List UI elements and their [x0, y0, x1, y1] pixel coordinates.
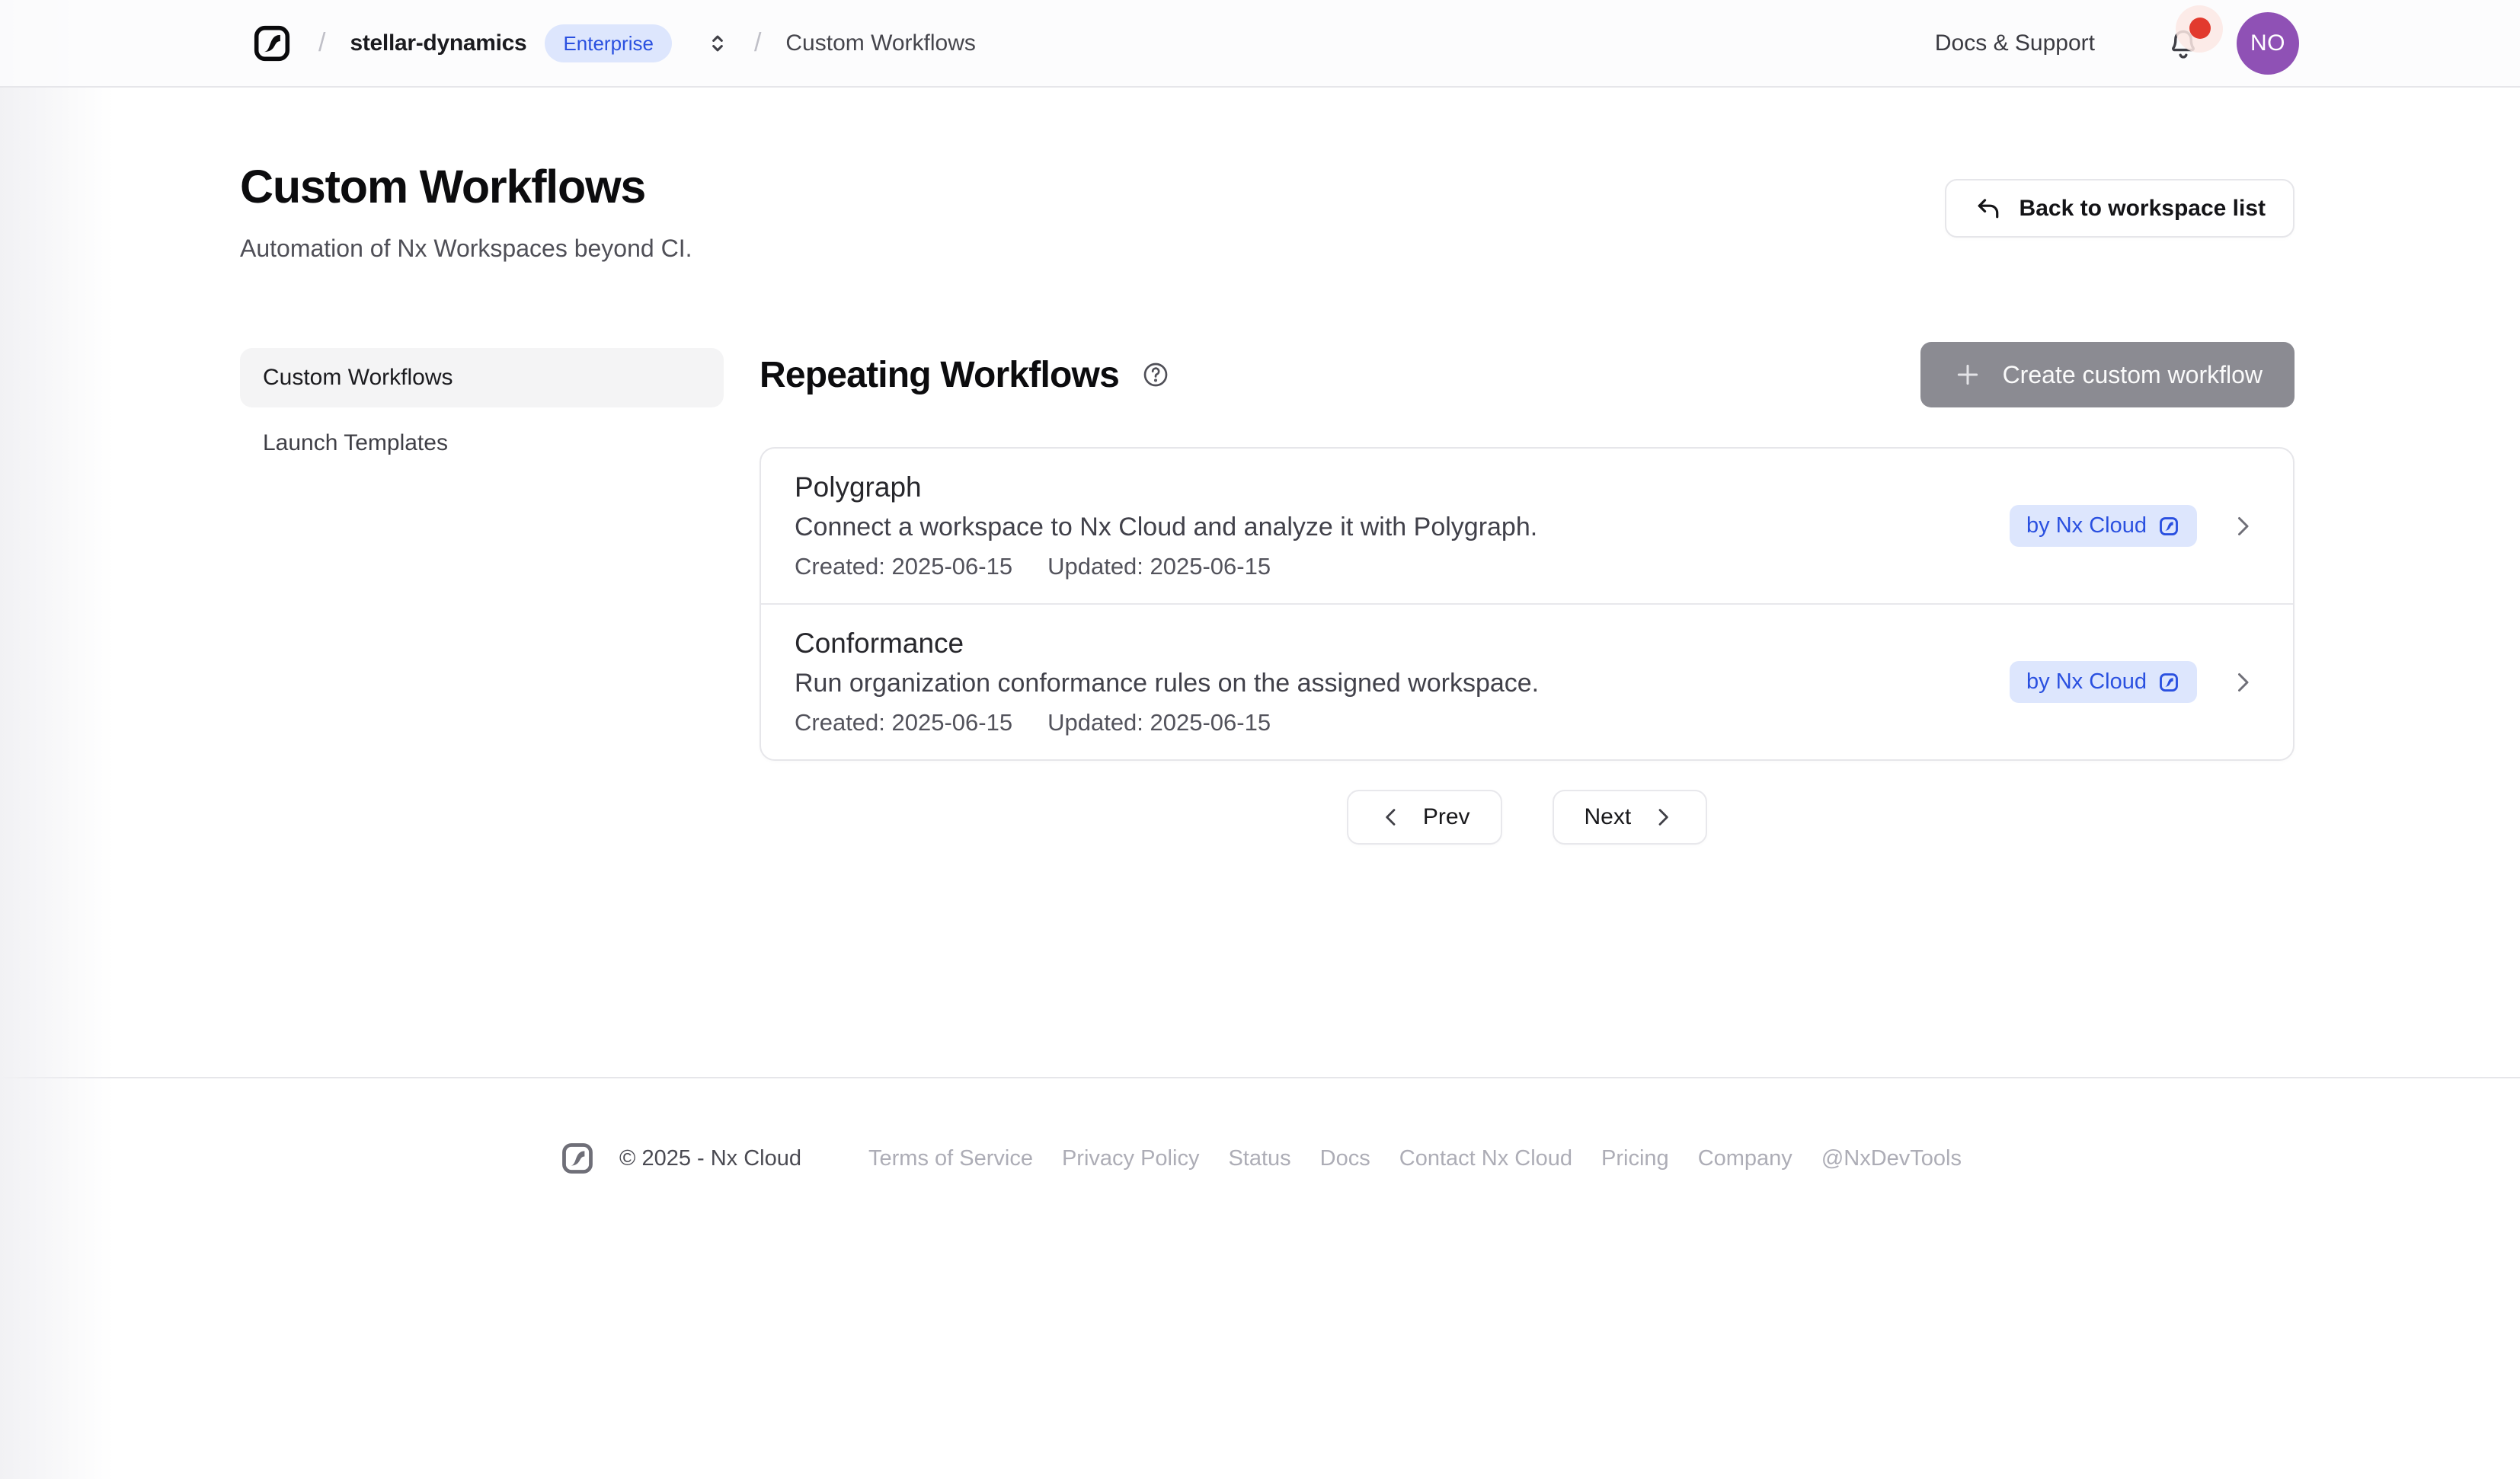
chevron-right-icon [1651, 805, 1675, 829]
sidebar: Custom Workflows Launch Templates [240, 342, 724, 479]
workflow-meta: Created: 2025-06-15 Updated: 2025-06-15 [795, 553, 2010, 580]
page-header: Custom Workflows Automation of Nx Worksp… [240, 160, 2295, 263]
workflow-name: Polygraph [795, 471, 2010, 503]
footer-link[interactable]: Company [1698, 1146, 1792, 1171]
sidebar-item-label: Custom Workflows [263, 365, 453, 391]
nx-cloud-logo-icon [2157, 671, 2180, 694]
notifications-button[interactable] [2165, 25, 2202, 62]
footer-link[interactable]: Contact Nx Cloud [1399, 1146, 1572, 1171]
workflow-description: Run organization conformance rules on th… [795, 669, 2010, 698]
prev-label: Prev [1423, 804, 1470, 830]
copyright: © 2025 - Nx Cloud [619, 1146, 801, 1171]
sidebar-item[interactable]: Launch Templates [240, 414, 724, 473]
docs-support-link[interactable]: Docs & Support [1935, 30, 2095, 56]
help-icon[interactable] [1140, 359, 1171, 390]
prev-button[interactable]: Prev [1347, 790, 1502, 845]
content: Custom Workflows Launch Templates Repeat… [240, 342, 2295, 845]
workflow-row[interactable]: Polygraph Connect a workspace to Nx Clou… [761, 449, 2293, 603]
sidebar-item-label: Launch Templates [263, 430, 448, 456]
badge-label: by Nx Cloud [2026, 513, 2147, 538]
workflows-section: Repeating Workflows Create custom workfl… [760, 342, 2295, 845]
workflow-info: Conformance Run organization conformance… [795, 628, 2010, 736]
workflow-meta: Created: 2025-06-15 Updated: 2025-06-15 [795, 709, 2010, 736]
workflow-updated: Updated: 2025-06-15 [1047, 709, 1271, 736]
footer-link[interactable]: Status [1228, 1146, 1290, 1171]
top-nav: / stellar-dynamics Enterprise / Custom W… [0, 0, 2520, 88]
breadcrumb-separator: / [318, 28, 325, 58]
section-title: Repeating Workflows [760, 354, 1119, 396]
footer-link[interactable]: Docs [1320, 1146, 1370, 1171]
chevron-right-icon[interactable] [2229, 513, 2256, 540]
back-button-label: Back to workspace list [2020, 196, 2266, 222]
breadcrumb: / stellar-dynamics Enterprise / Custom W… [250, 21, 976, 65]
workflow-created: Created: 2025-06-15 [795, 709, 1012, 736]
workflows-panel: Polygraph Connect a workspace to Nx Clou… [760, 447, 2295, 761]
by-nx-cloud-badge[interactable]: by Nx Cloud [2010, 661, 2197, 703]
workspace-switcher-icon[interactable] [705, 31, 730, 56]
main-container: Custom Workflows Automation of Nx Worksp… [0, 160, 2520, 845]
by-nx-cloud-badge[interactable]: by Nx Cloud [2010, 505, 2197, 547]
back-to-workspace-list-button[interactable]: Back to workspace list [1945, 179, 2295, 238]
workflow-description: Connect a workspace to Nx Cloud and anal… [795, 513, 2010, 542]
footer-link[interactable]: Terms of Service [868, 1146, 1033, 1171]
chevron-left-icon [1379, 805, 1403, 829]
badge-label: by Nx Cloud [2026, 669, 2147, 695]
next-label: Next [1585, 804, 1632, 830]
breadcrumb-workspace[interactable]: stellar-dynamics [350, 30, 526, 56]
plus-icon [1952, 359, 1983, 390]
breadcrumb-separator: / [754, 28, 761, 58]
nav-actions: Docs & Support NO [1935, 12, 2299, 75]
footer-link[interactable]: @NxDevTools [1821, 1146, 1962, 1171]
section-header: Repeating Workflows Create custom workfl… [760, 342, 2295, 407]
page-title: Custom Workflows [240, 160, 692, 213]
nx-cloud-logo-icon [558, 1139, 596, 1177]
plan-badge: Enterprise [545, 24, 672, 62]
workflow-name: Conformance [795, 628, 2010, 660]
chevron-right-icon[interactable] [2229, 669, 2256, 696]
create-custom-workflow-button[interactable]: Create custom workflow [1920, 342, 2295, 407]
workflow-updated: Updated: 2025-06-15 [1047, 553, 1271, 580]
pagination: Prev Next [760, 790, 2295, 845]
nx-cloud-logo-icon[interactable] [250, 21, 294, 65]
return-arrow-icon [1974, 194, 2003, 223]
footer: © 2025 - Nx Cloud Terms of Service Priva… [0, 1078, 2520, 1177]
page-subtitle: Automation of Nx Workspaces beyond CI. [240, 235, 692, 263]
footer-links: Terms of Service Privacy Policy Status D… [868, 1146, 1962, 1171]
workflow-info: Polygraph Connect a workspace to Nx Clou… [795, 471, 2010, 580]
nx-cloud-logo-icon [2157, 515, 2180, 538]
create-button-label: Create custom workflow [2003, 361, 2263, 389]
workflow-created: Created: 2025-06-15 [795, 553, 1012, 580]
footer-link[interactable]: Privacy Policy [1062, 1146, 1200, 1171]
next-button[interactable]: Next [1553, 790, 1708, 845]
page: / stellar-dynamics Enterprise / Custom W… [0, 0, 2520, 1479]
workflow-row[interactable]: Conformance Run organization conformance… [761, 603, 2293, 759]
user-avatar[interactable]: NO [2237, 12, 2299, 75]
sidebar-item[interactable]: Custom Workflows [240, 348, 724, 407]
footer-link[interactable]: Pricing [1601, 1146, 1669, 1171]
notification-dot [2189, 18, 2211, 39]
breadcrumb-page[interactable]: Custom Workflows [785, 30, 976, 56]
